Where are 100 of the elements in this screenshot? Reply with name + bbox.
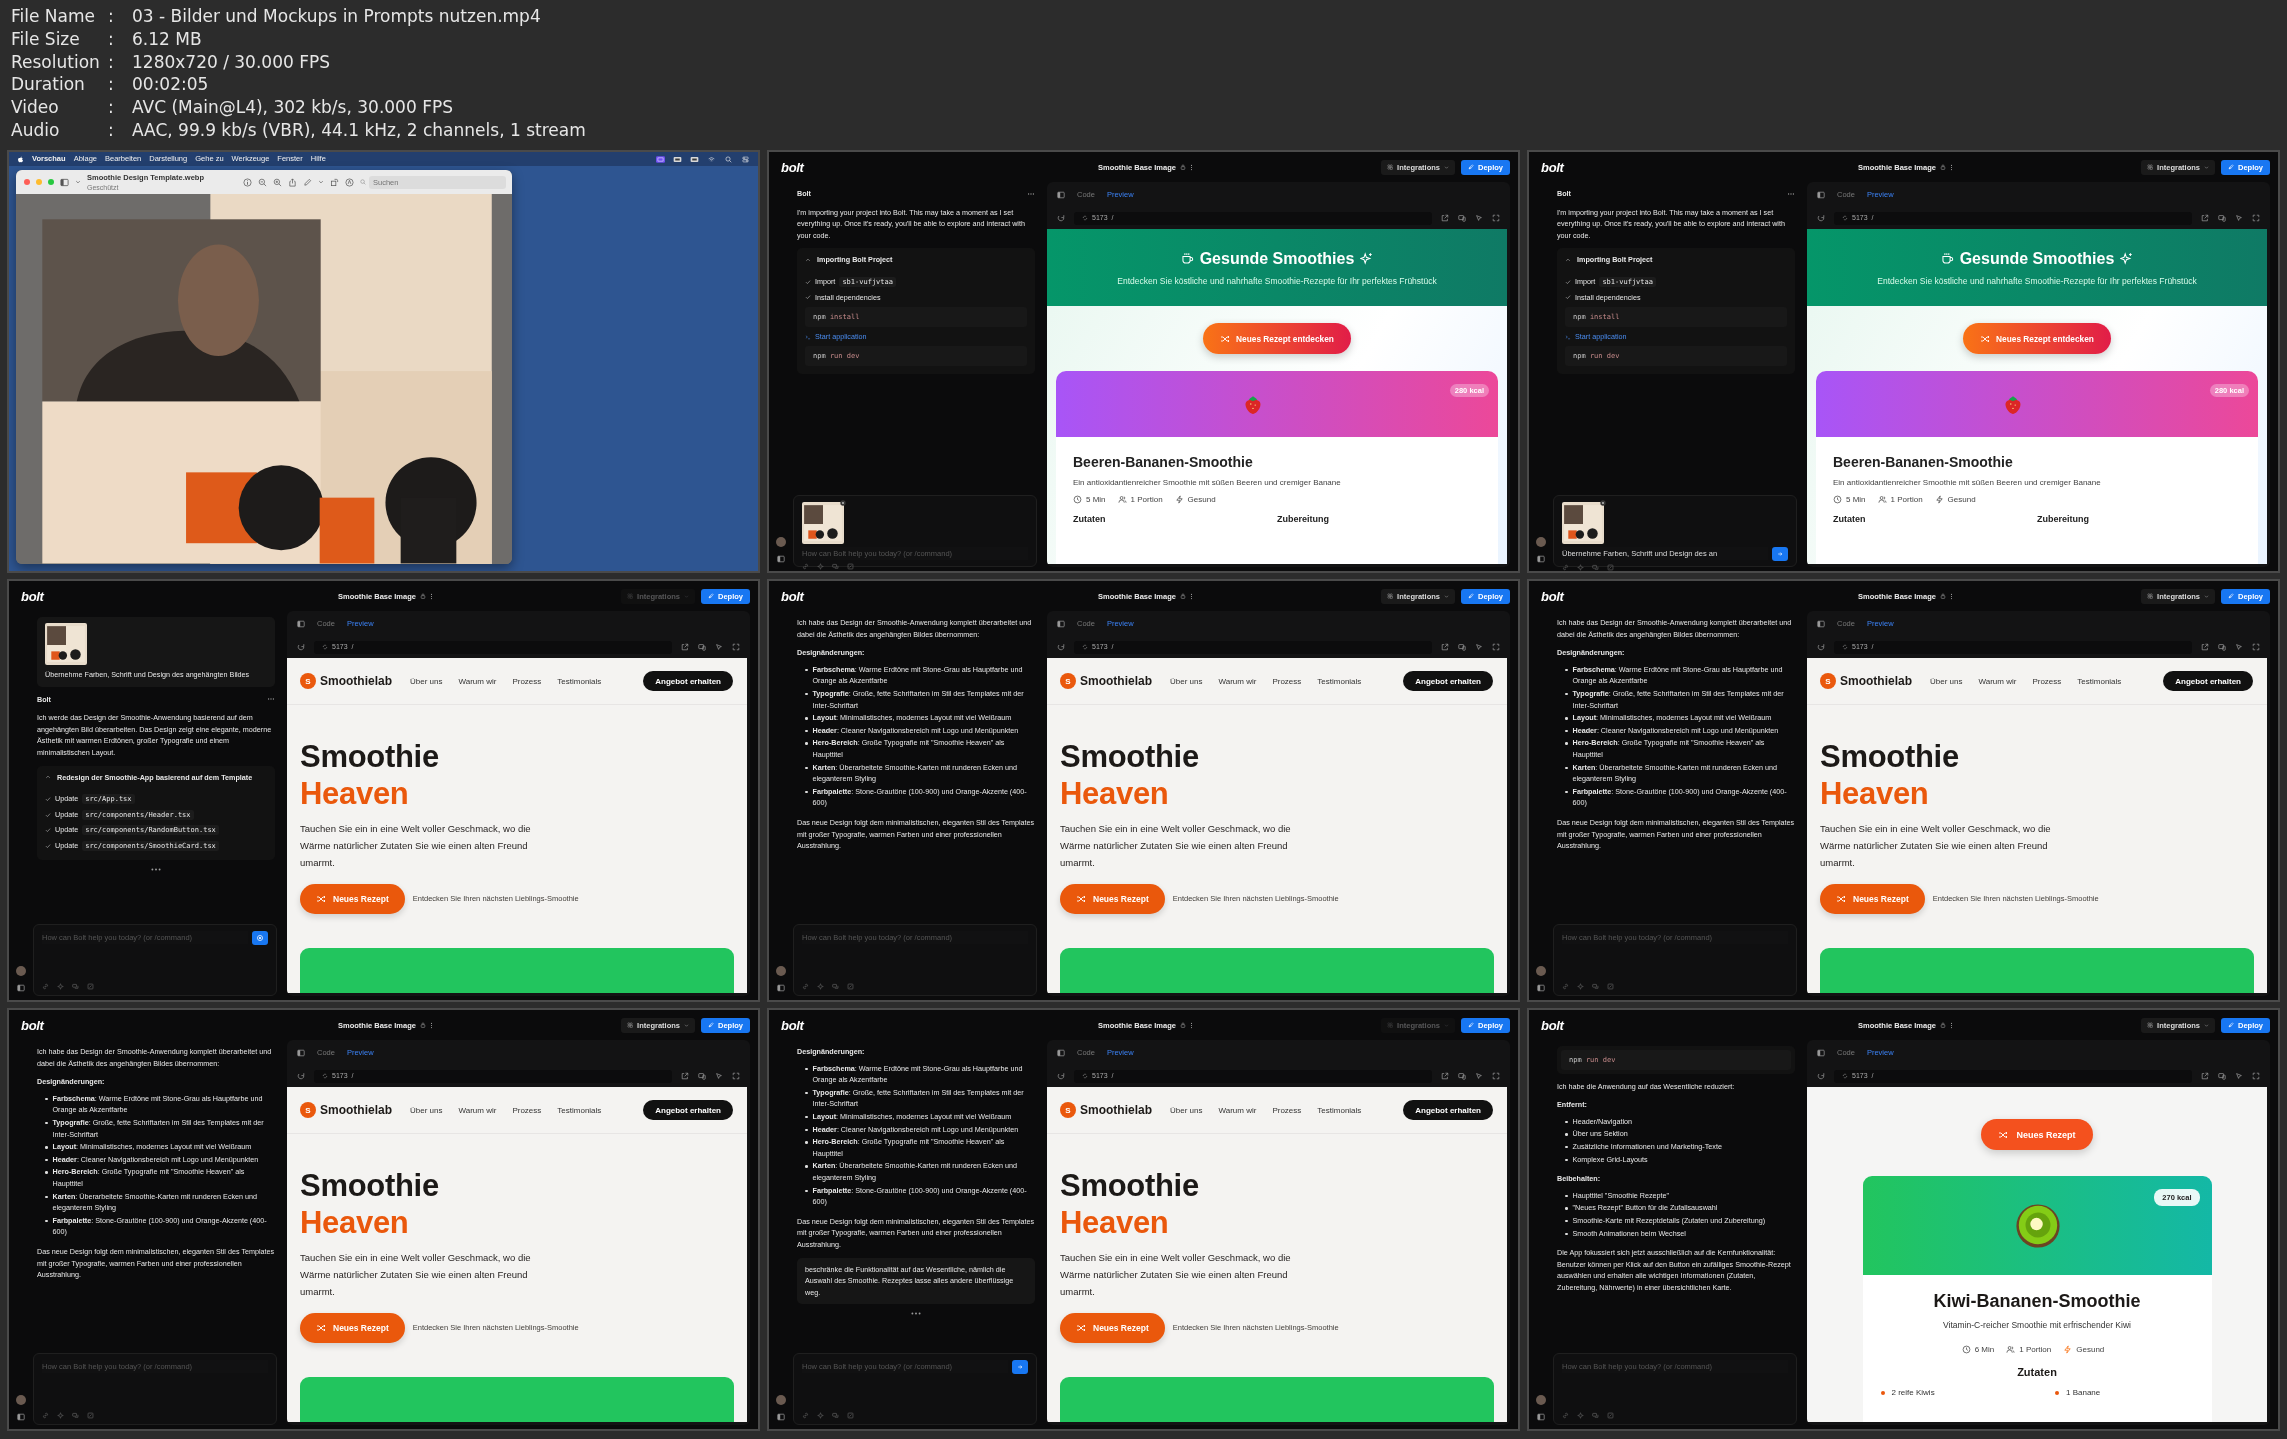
discuss-icon[interactable]: [1592, 564, 1599, 571]
refresh-icon[interactable]: [297, 1072, 305, 1080]
refresh-icon[interactable]: [1817, 643, 1825, 651]
screen-mirroring-icon[interactable]: [656, 155, 665, 163]
avatar[interactable]: [16, 1395, 26, 1405]
chevron-down-icon[interactable]: [684, 1022, 689, 1028]
external-link-icon[interactable]: [681, 1072, 689, 1080]
inspector-icon[interactable]: [1475, 643, 1483, 651]
nav-link[interactable]: Prozess: [1272, 1105, 1302, 1115]
nav-link[interactable]: Warum wir: [1218, 1105, 1257, 1115]
sidebar-icon[interactable]: [297, 619, 305, 628]
status-icon[interactable]: [673, 155, 682, 163]
logo-badge[interactable]: S: [1060, 673, 1076, 689]
nav-link[interactable]: Warum wir: [458, 1105, 497, 1115]
inspector-icon[interactable]: [715, 1072, 723, 1080]
logo-icon[interactable]: [17, 155, 24, 163]
chevron-up-icon[interactable]: [1565, 257, 1571, 264]
sparkle-icon[interactable]: [1577, 1412, 1584, 1419]
chevron-down-icon[interactable]: [318, 179, 324, 185]
sidebar-icon[interactable]: [1817, 619, 1825, 628]
nav-link[interactable]: Prozess: [512, 676, 542, 686]
nav-link[interactable]: Prozess: [1272, 676, 1302, 686]
brand-name[interactable]: Smoothielab: [320, 1103, 392, 1117]
sidebar-icon[interactable]: [777, 984, 785, 992]
avatar[interactable]: [1536, 1395, 1546, 1405]
control-center-icon[interactable]: [741, 155, 750, 163]
inspector-icon[interactable]: [715, 643, 723, 651]
devices-icon[interactable]: [1458, 214, 1466, 222]
discuss-icon[interactable]: [1592, 983, 1599, 990]
more-icon[interactable]: [1189, 163, 1193, 171]
nav-link[interactable]: Warum wir: [458, 676, 497, 686]
fullscreen-icon[interactable]: [2252, 214, 2260, 222]
quote-button[interactable]: Angebot erhalten: [643, 1100, 733, 1120]
discuss-icon[interactable]: [832, 563, 839, 570]
app-logo[interactable]: bolt: [781, 159, 804, 175]
avatar[interactable]: [1536, 966, 1546, 976]
app-logo[interactable]: bolt: [781, 1017, 804, 1033]
more-icon[interactable]: [150, 866, 162, 872]
quote-button[interactable]: Angebot erhalten: [1403, 671, 1493, 691]
refresh-icon[interactable]: [1057, 214, 1065, 222]
nav-link[interactable]: Über uns: [1170, 676, 1203, 686]
avatar[interactable]: [776, 966, 786, 976]
external-link-icon[interactable]: [681, 643, 689, 651]
new-recipe-button[interactable]: Neues Rezept: [300, 1312, 405, 1343]
brand-name[interactable]: Smoothielab: [1840, 674, 1912, 688]
more-icon[interactable]: [1949, 1021, 1953, 1029]
more-icon[interactable]: [1949, 163, 1953, 171]
nav-link[interactable]: Testimonials: [1317, 1105, 1362, 1115]
sidebar-icon[interactable]: [1817, 190, 1825, 199]
devices-icon[interactable]: [2218, 1072, 2226, 1080]
sidebar-icon[interactable]: [1057, 190, 1065, 199]
app-logo[interactable]: bolt: [1541, 588, 1564, 604]
inspector-icon[interactable]: [2235, 214, 2243, 222]
new-recipe-button[interactable]: Neues Rezept: [1060, 1312, 1165, 1343]
new-recipe-button[interactable]: Neues Rezept: [300, 883, 405, 914]
nav-link[interactable]: Testimonials: [1317, 676, 1362, 686]
sidebar-icon[interactable]: [777, 555, 785, 563]
sparkle-icon[interactable]: [817, 563, 824, 570]
avatar[interactable]: [776, 1395, 786, 1405]
devices-icon[interactable]: [1458, 1072, 1466, 1080]
more-icon[interactable]: [429, 1021, 433, 1029]
inspector-icon[interactable]: [2235, 643, 2243, 651]
discuss-icon[interactable]: [832, 1412, 839, 1419]
sidebar-icon[interactable]: [17, 984, 25, 992]
more-icon[interactable]: [429, 592, 433, 600]
discuss-icon[interactable]: [72, 1412, 79, 1419]
sidebar-icon[interactable]: [1057, 1048, 1065, 1057]
nav-link[interactable]: Testimonials: [2077, 676, 2122, 686]
fullscreen-icon[interactable]: [1492, 643, 1500, 651]
chevron-down-icon[interactable]: [2204, 164, 2209, 170]
more-icon[interactable]: [1189, 1021, 1193, 1029]
refresh-icon[interactable]: [297, 643, 305, 651]
refresh-icon[interactable]: [1817, 214, 1825, 222]
send-button[interactable]: [1012, 1360, 1028, 1374]
chevron-down-icon[interactable]: [1444, 164, 1449, 170]
app-logo[interactable]: bolt: [21, 1017, 44, 1033]
fullscreen-icon[interactable]: [732, 643, 740, 651]
app-logo[interactable]: bolt: [1541, 1017, 1564, 1033]
link-icon[interactable]: [1562, 564, 1569, 571]
nav-link[interactable]: Über uns: [410, 1105, 443, 1115]
nav-link[interactable]: Über uns: [1170, 1105, 1203, 1115]
new-recipe-button[interactable]: Neues Rezept: [1060, 883, 1165, 914]
external-link-icon[interactable]: [1441, 643, 1449, 651]
avatar[interactable]: [776, 537, 786, 547]
nav-link[interactable]: Testimonials: [557, 1105, 602, 1115]
chevron-down-icon[interactable]: [2204, 1022, 2209, 1028]
inspector-icon[interactable]: [1475, 214, 1483, 222]
new-recipe-button[interactable]: Neues Rezept: [1820, 883, 1925, 914]
nav-link[interactable]: Warum wir: [1978, 676, 2017, 686]
sidebar-icon[interactable]: [297, 1048, 305, 1057]
devices-icon[interactable]: [698, 643, 706, 651]
fullscreen-icon[interactable]: [2252, 1072, 2260, 1080]
chevron-up-icon[interactable]: [805, 257, 811, 264]
zoom-out-icon[interactable]: [258, 177, 267, 187]
fullscreen-icon[interactable]: [1492, 1072, 1500, 1080]
share-icon[interactable]: [288, 177, 297, 187]
logo-badge[interactable]: S: [1820, 673, 1836, 689]
new-recipe-button[interactable]: Neues Rezept entdecken: [1203, 323, 1351, 354]
chevron-up-icon[interactable]: [45, 774, 51, 781]
sparkle-icon[interactable]: [57, 1412, 64, 1419]
